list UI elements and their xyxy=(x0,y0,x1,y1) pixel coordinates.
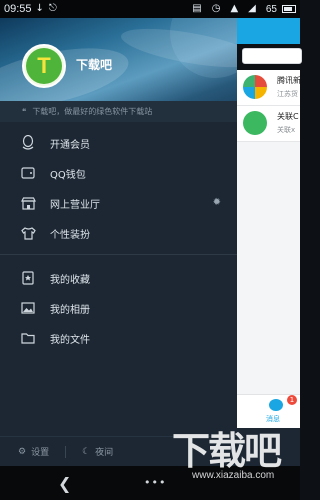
message-tab-icon[interactable] xyxy=(269,399,283,411)
side-drawer: T 下载吧 ❝ 下载吧，做最好的绿色软件下载站 开通会员 QQ钱包 网上营业厅 … xyxy=(0,18,237,466)
menu-item-wallet[interactable]: QQ钱包 xyxy=(0,158,237,188)
moon-icon: ☾ xyxy=(82,446,91,457)
watermark: 下载吧 www.xiazaiba.com xyxy=(172,420,300,490)
drawer-menu: 开通会员 QQ钱包 网上营业厅 ✹ 个性装扮 我的收藏 我的相册 我的文件 xyxy=(0,128,237,353)
battery-icon xyxy=(282,5,296,13)
settings-button[interactable]: ⚙ 设置 xyxy=(18,445,50,459)
drawer-header: T 下载吧 xyxy=(0,18,237,120)
battery-level: 65 xyxy=(265,3,277,15)
tencent-news-icon xyxy=(243,75,267,99)
menu-item-favorites[interactable]: 我的收藏 xyxy=(0,263,237,293)
status-bar: 09:55 ↓ ⎋ ▤ ◷ ▲ ◢ 65 xyxy=(0,0,300,18)
gear-icon: ⚙ xyxy=(18,446,27,457)
wallet-icon xyxy=(20,165,36,181)
chat-title: 关联C xyxy=(277,112,299,121)
signal-icon: ◢ xyxy=(248,3,256,14)
settings-label: 设置 xyxy=(31,448,50,458)
clock: 09:55 xyxy=(4,3,32,15)
usb-icon: ⎋ xyxy=(48,3,57,14)
menu-item-theme[interactable]: 个性装扮 xyxy=(0,218,237,248)
signature-text: 下载吧，做最好的绿色软件下载站 xyxy=(32,107,153,116)
avatar[interactable]: T xyxy=(22,44,66,88)
chat-list: 腾讯新 江苏货 关联C 关联x xyxy=(237,70,300,428)
username[interactable]: 下载吧 xyxy=(76,56,112,73)
folder-icon xyxy=(20,330,36,346)
search-input[interactable] xyxy=(242,48,302,64)
menu-label: 我的相册 xyxy=(50,304,90,316)
night-label: 夜间 xyxy=(95,448,114,458)
night-mode-button[interactable]: ☾ 夜间 xyxy=(82,445,114,459)
menu-label: 我的文件 xyxy=(50,334,90,346)
download-icon: ↓ xyxy=(35,3,44,14)
telecom-icon: ✹ xyxy=(212,197,221,208)
signature-bar[interactable]: ❝ 下载吧，做最好的绿色软件下载站 xyxy=(0,101,237,122)
main-panel-top xyxy=(237,18,302,70)
linked-account-icon xyxy=(243,111,267,135)
watermark-title: 下载吧 xyxy=(172,429,282,473)
menu-label: 开通会员 xyxy=(50,139,90,151)
watermark-url: www.xiazaiba.com xyxy=(192,470,275,481)
list-item[interactable]: 腾讯新 江苏货 xyxy=(237,70,300,106)
avatar-logo: T xyxy=(26,48,62,84)
main-header xyxy=(237,18,300,44)
menu-item-service-hall[interactable]: 网上营业厅 ✹ xyxy=(0,188,237,218)
alarm-icon: ◷ xyxy=(211,3,221,14)
menu-item-album[interactable]: 我的相册 xyxy=(0,293,237,323)
back-icon[interactable]: ❮ xyxy=(58,474,71,493)
wifi-icon: ▲ xyxy=(230,3,239,14)
menu-label: QQ钱包 xyxy=(50,169,86,181)
tshirt-icon xyxy=(20,225,36,241)
menu-item-vip[interactable]: 开通会员 xyxy=(0,128,237,158)
menu-label: 我的收藏 xyxy=(50,274,90,286)
chat-subtitle: 关联x xyxy=(277,126,296,134)
unread-badge: 1 xyxy=(287,395,297,405)
penguin-icon xyxy=(20,135,36,151)
menu-divider xyxy=(0,254,237,255)
vibrate-icon: ▤ xyxy=(192,3,202,14)
bookmark-icon xyxy=(20,270,36,286)
photo-icon xyxy=(20,300,36,316)
chat-title: 腾讯新 xyxy=(277,76,300,85)
menu-label: 个性装扮 xyxy=(50,229,90,241)
menu-item-files[interactable]: 我的文件 xyxy=(0,323,237,353)
quote-icon: ❝ xyxy=(22,107,27,116)
footer-divider xyxy=(65,445,67,458)
chat-subtitle: 江苏货 xyxy=(277,90,298,98)
menu-label: 网上营业厅 xyxy=(50,199,100,211)
store-icon xyxy=(20,195,36,211)
list-item[interactable]: 关联C 关联x xyxy=(237,106,300,142)
more-icon[interactable]: ••• xyxy=(144,476,166,489)
